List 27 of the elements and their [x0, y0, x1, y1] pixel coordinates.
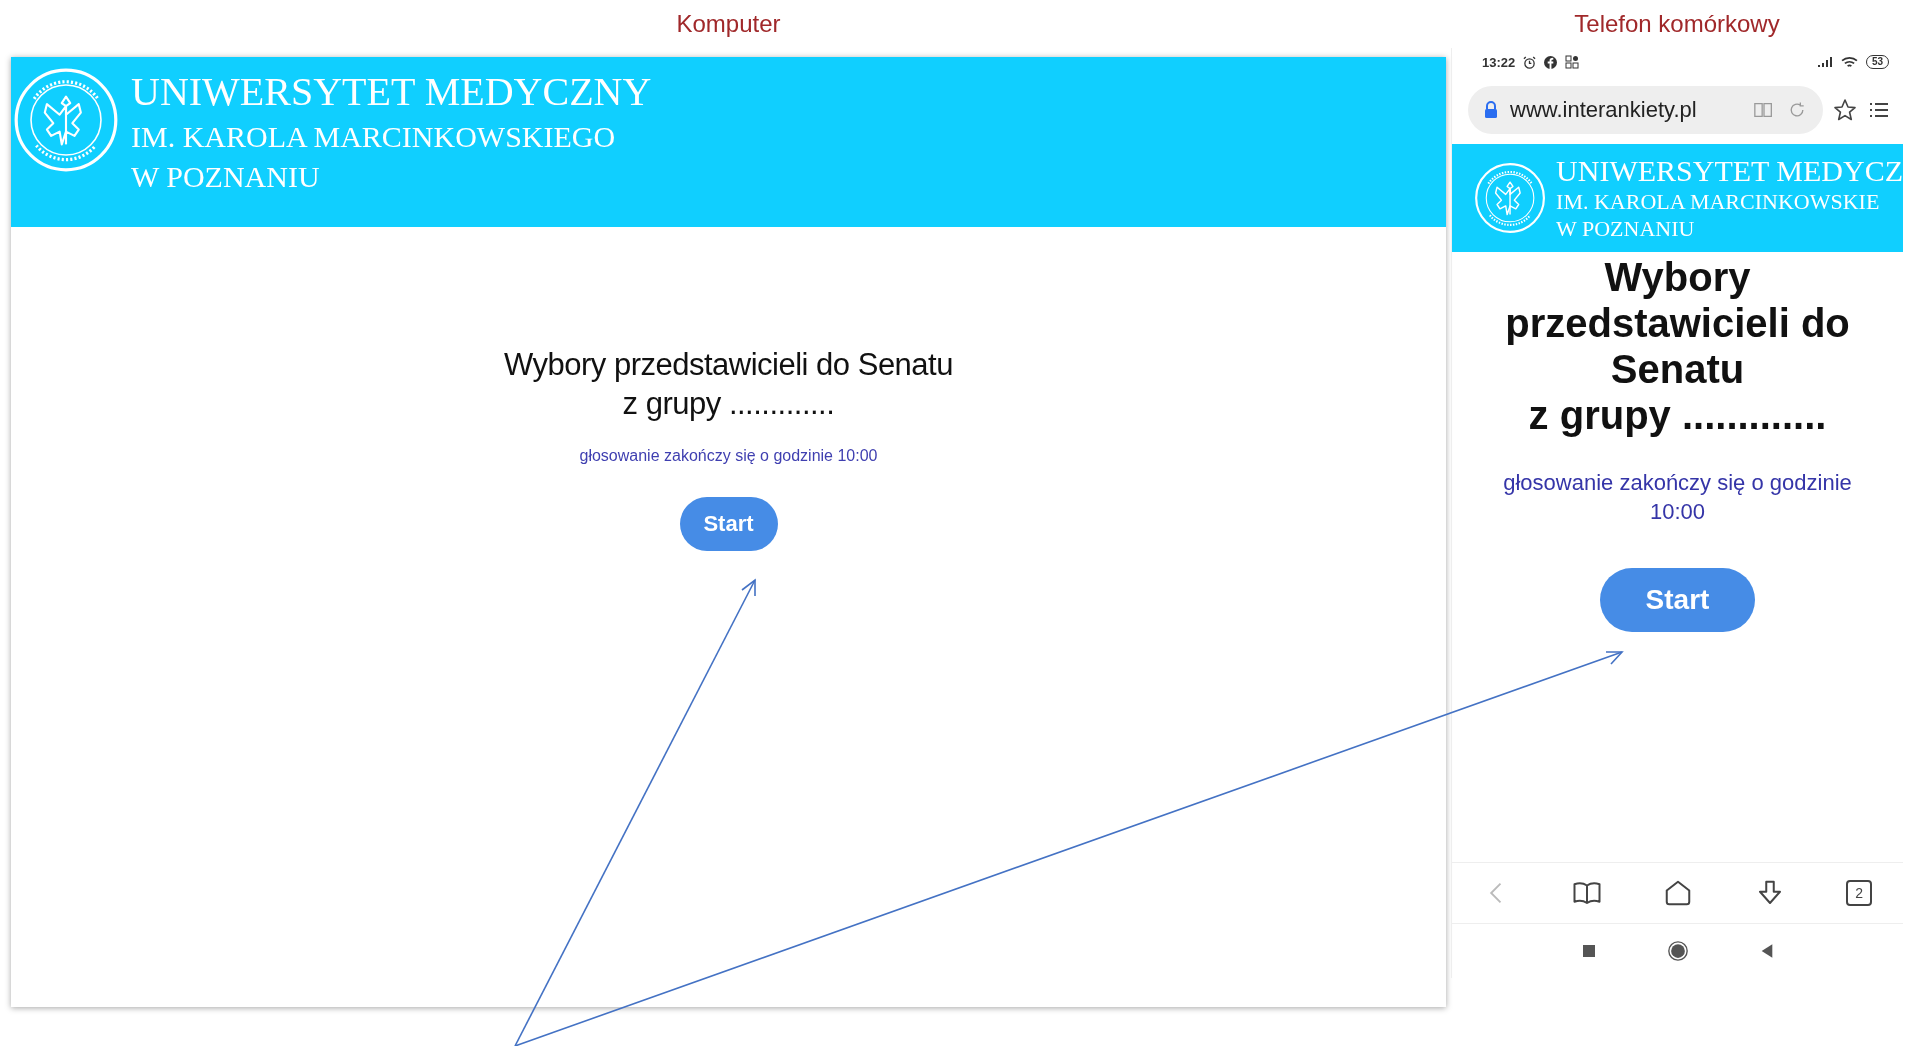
survey-title: Senatu — [1610, 346, 1745, 392]
wifi-icon — [1840, 55, 1858, 69]
star-icon[interactable] — [1833, 98, 1857, 122]
survey-title: Wybory — [1604, 254, 1751, 300]
survey-title: przedstawicieli do — [1505, 300, 1850, 346]
survey-title: Wybory przedstawicieli do Senatu — [504, 346, 953, 384]
f-logo-icon — [1544, 55, 1558, 69]
survey-title: z grupy ............. — [1528, 392, 1827, 438]
grid-icon — [1565, 55, 1580, 69]
header-text: W POZNANIU — [1556, 215, 1696, 242]
section-caption: Telefon komórkowy — [1574, 9, 1780, 39]
deadline-text: głosowanie zakończy się o godzinie 10:00 — [1502, 469, 1853, 526]
survey-title: z grupy ............. — [622, 385, 835, 423]
alarm-icon — [1523, 55, 1537, 69]
lock-icon — [1484, 101, 1498, 119]
status-time: 13:22 — [1482, 54, 1516, 70]
header-text: UNIWERSYTET MEDYCZNY — [131, 68, 652, 116]
signal-icon — [1816, 56, 1833, 68]
home-circle-icon[interactable] — [1666, 940, 1689, 962]
header-text: W POZNANIU — [131, 159, 321, 195]
header-text: IM. KAROLA MARCINKOWSKIE — [1556, 188, 1881, 215]
header-text: UNIWERSYTET MEDYCZ — [1556, 154, 1903, 188]
tab-count-button[interactable]: 2 — [1846, 880, 1873, 906]
header-text: IM. KAROLA MARCINKOWSKIEGO — [131, 119, 617, 155]
section-caption: Komputer — [676, 9, 781, 39]
square-icon[interactable] — [1580, 943, 1597, 959]
deadline-text: głosowanie zakończy się o godzinie 10:00 — [579, 447, 878, 465]
